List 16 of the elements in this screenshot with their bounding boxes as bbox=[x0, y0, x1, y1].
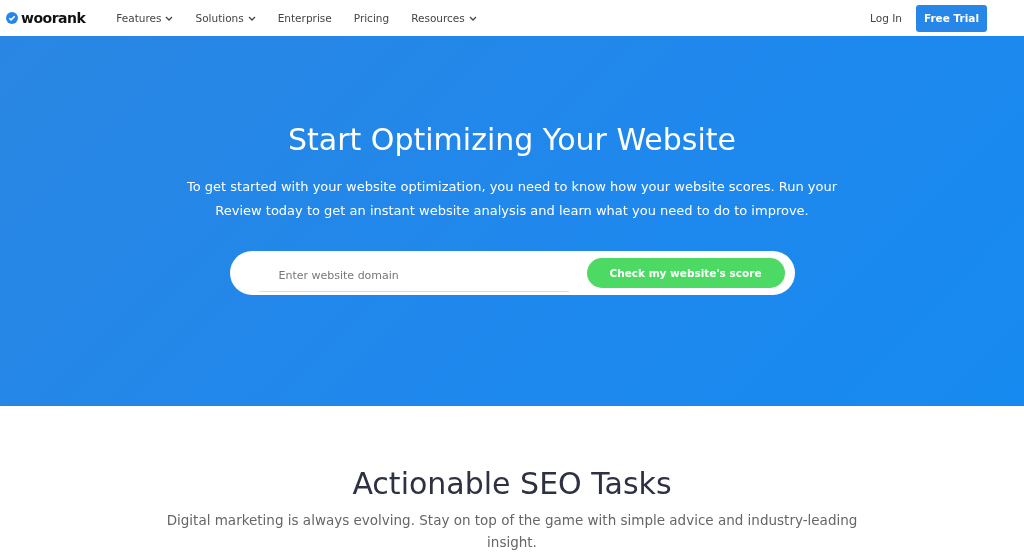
chevron-down-icon bbox=[165, 15, 174, 21]
brand-logo-text: woorank bbox=[21, 10, 86, 26]
section-description: Digital marketing is always evolving. Stay on top of the game with simple advice and industry-leading insight. bbox=[165, 511, 859, 552]
free-trial-button[interactable]: Free Trial bbox=[915, 4, 987, 32]
nav-link[interactable]: Enterprise bbox=[277, 12, 332, 24]
nav-link[interactable]: Resources bbox=[411, 12, 477, 24]
nav-link[interactable]: Pricing bbox=[353, 12, 390, 24]
hero-title: Start Optimizing Your Website bbox=[288, 122, 736, 157]
logo-check-icon bbox=[6, 12, 18, 24]
nav-link[interactable]: Solutions bbox=[195, 12, 256, 24]
section-heading: Actionable SEO Tasks bbox=[352, 466, 672, 501]
chevron-down-icon bbox=[247, 15, 256, 21]
chevron-down-icon bbox=[468, 15, 477, 21]
login-link[interactable]: Log In bbox=[870, 12, 902, 24]
nav-link[interactable]: Features bbox=[116, 12, 174, 24]
hero-subtitle: To get started with your website optimization, you need to know how your website scores. Run your Review today to get an instant website analysis and learn what you need to do to improve. bbox=[185, 178, 839, 220]
